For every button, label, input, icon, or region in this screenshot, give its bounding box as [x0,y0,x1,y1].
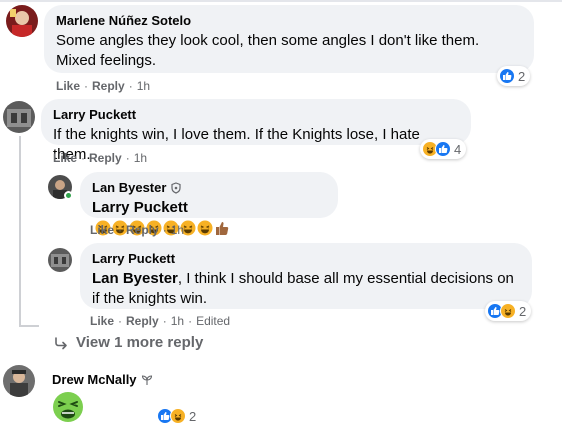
like-button[interactable]: Like [56,78,80,94]
comment-author[interactable]: Larry Puckett [92,251,520,267]
timestamp[interactable]: 1h [137,78,150,94]
haha-icon [197,220,213,236]
reaction-summary[interactable]: 2 [497,66,531,86]
shield-badge-icon [171,182,182,194]
haha-icon [170,408,186,424]
reaction-count: 2 [518,68,526,84]
reaction-summary[interactable]: 4 [420,139,467,159]
comment-bubble: Lan Byester Larry Puckett [80,172,338,236]
comment-author[interactable]: Marlene Núñez Sotelo [56,13,522,29]
view-more-replies-button[interactable]: View 1 more reply [54,334,203,351]
comment-author[interactable]: Larry Puckett [53,107,459,123]
mention-link[interactable]: Lan Byester [92,270,178,287]
like-button[interactable]: Like [90,222,114,238]
comment-actions: Like · Reply · 1h [53,150,148,166]
reply-arrow-icon [55,336,67,349]
reply-button[interactable]: Reply [89,150,122,166]
edited-label[interactable]: Edited [196,313,230,329]
sprout-badge-icon [141,375,152,385]
comment-actions: Like · Reply · 1h [90,222,185,238]
mention-link[interactable]: Larry Puckett [92,199,188,216]
avatar[interactable] [3,101,35,133]
comment-text: Lan Byester, I think I should base all m… [92,269,520,309]
nauseated-face-icon [53,392,83,422]
comment-author: Lan Byester [92,180,326,196]
timestamp[interactable]: 1h [134,150,147,166]
thread-line [19,136,21,326]
reaction-count: 4 [454,141,462,157]
thumbs-up-emoji-icon [216,222,229,236]
like-button[interactable]: Like [53,150,77,166]
view-more-label: View 1 more reply [76,334,204,351]
like-icon [499,68,515,84]
comment-actions: Like · Reply · 1h · Edited [90,313,231,329]
avatar[interactable] [6,5,38,37]
top-divider [0,0,562,2]
avatar[interactable] [48,248,72,272]
comment-author-row: Drew McNally [52,372,153,388]
comment-actions: Like · Reply · 1h [56,78,151,94]
comment-author[interactable]: Drew McNally [52,372,137,388]
reaction-summary[interactable]: 2 [155,406,202,426]
haha-icon [500,303,516,319]
like-icon [435,141,451,157]
reply-button[interactable]: Reply [92,78,125,94]
comment-text: Some angles they look cool, then some an… [56,32,480,69]
thread-line-curve [19,325,39,327]
comment-bubble: Marlene Núñez Sotelo Some angles they lo… [44,5,534,73]
reaction-summary[interactable]: 2 [485,301,532,321]
comment-bubble: Larry Puckett If the knights win, I love… [41,99,471,163]
timestamp[interactable]: 1h [171,222,184,238]
like-button[interactable]: Like [90,313,114,329]
timestamp[interactable]: 1h [171,313,184,329]
reply-button[interactable]: Reply [126,222,159,238]
reaction-count: 2 [189,408,197,424]
online-indicator [64,191,73,200]
reaction-count: 2 [519,303,527,319]
author-name[interactable]: Lan Byester [92,180,166,196]
avatar[interactable] [3,365,35,397]
comment-bubble: Larry Puckett Lan Byester, I think I sho… [80,243,532,309]
reply-button[interactable]: Reply [126,313,159,329]
